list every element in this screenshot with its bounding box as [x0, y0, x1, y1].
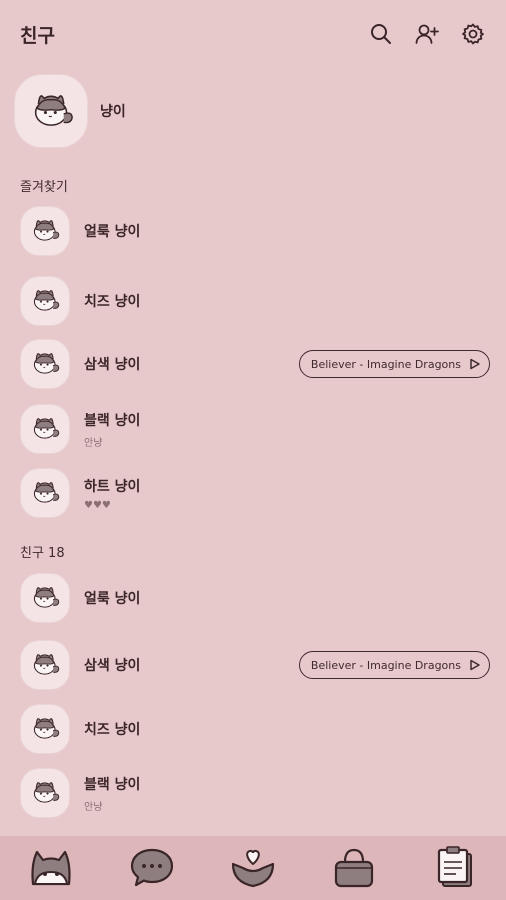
- cat-avatar-icon: [34, 220, 60, 241]
- header: 친구: [0, 0, 506, 68]
- avatar[interactable]: [20, 573, 70, 623]
- friend-status-message: ♥♥♥: [84, 499, 111, 511]
- friend-name: 얼룩 냥이: [84, 591, 141, 607]
- friend-status-message: 안냥: [84, 801, 103, 813]
- friend-row-4[interactable]: 블랙 냥이 안냥: [20, 766, 490, 820]
- friend-name: 하트 냥이: [84, 478, 141, 495]
- favorite-row-2[interactable]: 치즈 냥이: [20, 274, 490, 328]
- friend-name: 삼색 냥이: [84, 357, 141, 373]
- add-friend-icon[interactable]: [414, 21, 440, 47]
- play-icon: [470, 659, 480, 671]
- shopping-bag-icon: [335, 848, 374, 888]
- favorite-row-5[interactable]: 하트 냥이 ♥♥♥: [20, 466, 490, 520]
- cat-avatar-icon: [34, 290, 60, 311]
- friend-status-message: 안냥: [84, 437, 103, 449]
- music-title: Believer - Imagine Dragons: [310, 658, 461, 672]
- friend-name: 치즈 냥이: [84, 294, 141, 310]
- avatar[interactable]: [14, 74, 88, 148]
- friend-name: 삼색 냥이: [84, 658, 141, 674]
- favorite-row-4[interactable]: 블랙 냥이 안냥: [20, 402, 490, 456]
- friend-name: 치즈 냥이: [84, 722, 141, 738]
- cat-avatar-icon: [34, 418, 60, 439]
- avatar[interactable]: [20, 768, 70, 818]
- cat-avatar-icon: [34, 353, 60, 374]
- cat-avatar-icon: [34, 482, 60, 503]
- my-name: 냥이: [100, 104, 126, 120]
- settings-icon[interactable]: [460, 21, 486, 47]
- nav-chats[interactable]: [124, 840, 180, 896]
- bottom-nav: [0, 836, 506, 900]
- favorite-row-1[interactable]: 얼룩 냥이: [20, 204, 490, 258]
- avatar[interactable]: [20, 276, 70, 326]
- header-actions: [368, 21, 486, 47]
- friend-row-3[interactable]: 치즈 냥이: [20, 702, 490, 756]
- friend-name: 블랙 냥이: [84, 412, 141, 429]
- cat-avatar-icon: [34, 718, 60, 739]
- avatar[interactable]: [20, 206, 70, 256]
- avatar[interactable]: [20, 339, 70, 389]
- page-title: 친구: [20, 24, 55, 47]
- more-notes-icon: [438, 846, 473, 887]
- friend-row-2[interactable]: 삼색 냥이 Believer - Imagine Dragons: [20, 638, 490, 692]
- nav-shopping[interactable]: [326, 840, 382, 896]
- cat-avatar-icon: [34, 95, 73, 126]
- avatar[interactable]: [20, 404, 70, 454]
- cat-friends-icon: [30, 850, 71, 886]
- cat-avatar-icon: [34, 587, 60, 608]
- cat-avatar-icon: [34, 782, 60, 803]
- nav-more[interactable]: [427, 840, 483, 896]
- heart-view-icon: [231, 849, 275, 888]
- favorites-section-label: 즐겨찾기: [20, 180, 68, 195]
- music-status-pill[interactable]: Believer - Imagine Dragons: [298, 350, 490, 378]
- friend-name: 얼룩 냥이: [84, 224, 141, 240]
- my-profile-row[interactable]: 냥이: [14, 74, 126, 148]
- chat-bubble-icon: [130, 848, 173, 887]
- avatar[interactable]: [20, 704, 70, 754]
- search-icon[interactable]: [368, 21, 394, 47]
- favorite-row-3[interactable]: 삼색 냥이 Believer - Imagine Dragons: [20, 337, 490, 391]
- nav-view[interactable]: [225, 840, 281, 896]
- avatar[interactable]: [20, 468, 70, 518]
- friends-section-label: 친구 18: [20, 546, 65, 561]
- friend-row-1[interactable]: 얼룩 냥이: [20, 571, 490, 625]
- play-icon: [470, 358, 480, 370]
- music-status-pill[interactable]: Believer - Imagine Dragons: [298, 651, 490, 679]
- friend-name: 블랙 냥이: [84, 776, 141, 793]
- music-title: Believer - Imagine Dragons: [310, 357, 461, 371]
- cat-avatar-icon: [34, 654, 60, 675]
- avatar[interactable]: [20, 640, 70, 690]
- nav-friends[interactable]: [23, 840, 79, 896]
